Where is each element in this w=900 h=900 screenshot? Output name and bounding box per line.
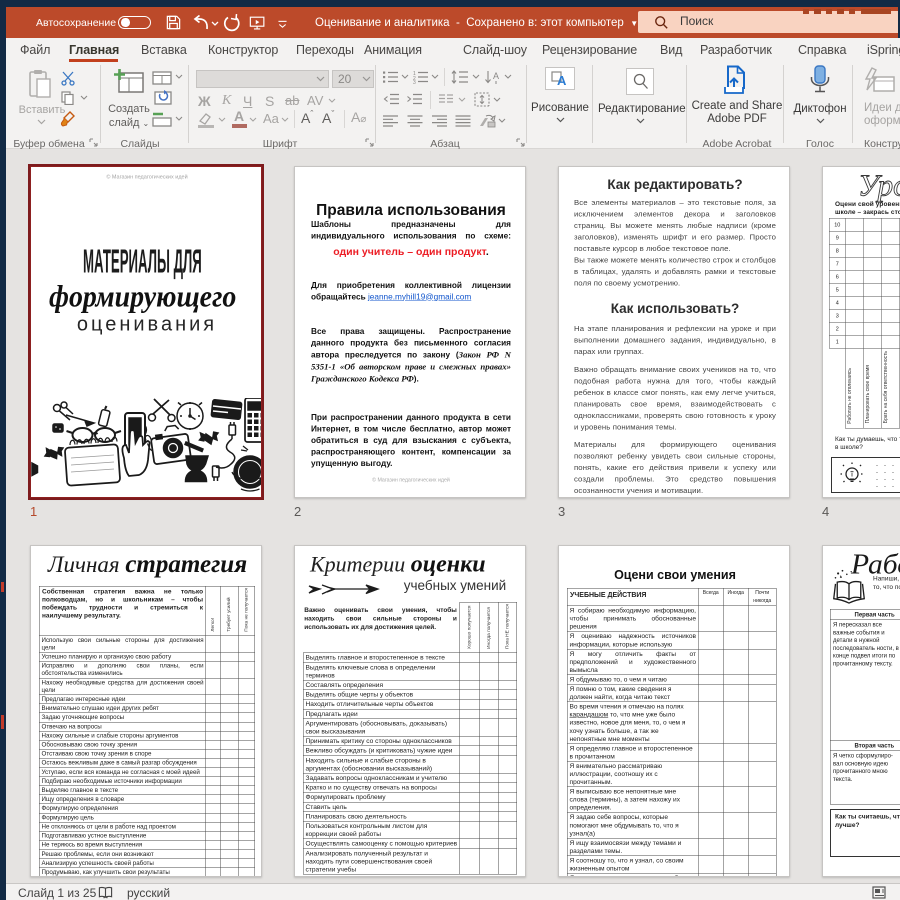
svg-text:А: А	[493, 71, 499, 81]
svg-text:А: А	[557, 73, 567, 86]
svg-text:3: 3	[413, 80, 416, 84]
